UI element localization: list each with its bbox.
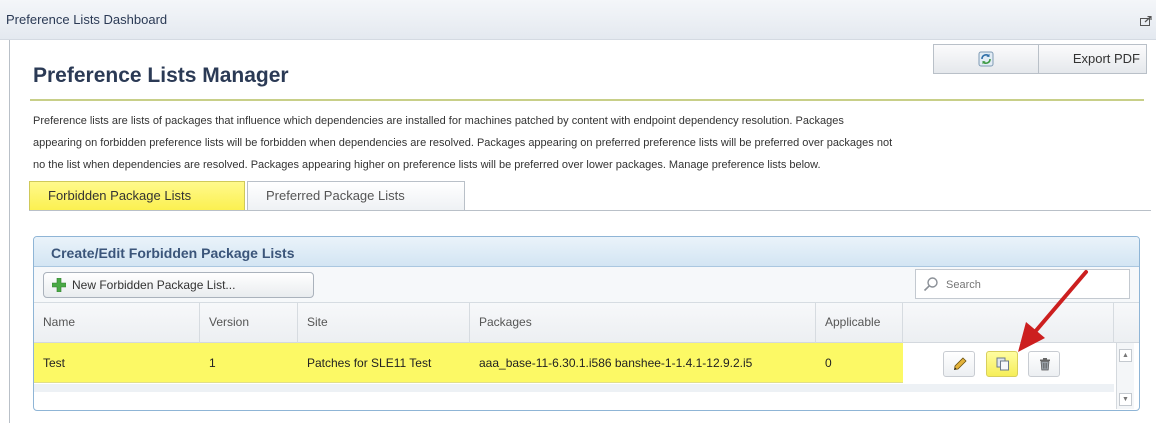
table-row[interactable]: Test 1 Patches for SLE11 Test aaa_base-1… <box>34 343 1114 383</box>
scroll-down-arrow-icon[interactable]: ▼ <box>1119 393 1132 406</box>
edit-button[interactable] <box>943 351 975 377</box>
panel-header: Create/Edit Forbidden Package Lists <box>34 237 1139 267</box>
grid-header: Name Version Site Packages Applicable <box>34 303 1139 343</box>
column-header-name[interactable]: Name <box>34 303 200 343</box>
row-version: 1 <box>209 356 216 370</box>
row-name: Test <box>43 356 66 370</box>
collapse-icon[interactable] <box>1140 16 1152 26</box>
plus-icon <box>52 278 66 292</box>
search-box[interactable] <box>915 269 1130 299</box>
dashboard-header: Preference Lists Dashboard <box>0 0 1156 40</box>
tab-divider <box>29 210 1151 211</box>
vertical-scrollbar[interactable]: ▲ ▼ <box>1116 343 1134 409</box>
description-line: Preference lists are lists of packages t… <box>33 115 844 127</box>
column-header-actions <box>903 303 1114 343</box>
export-pdf-button[interactable]: Export PDF <box>1039 45 1146 73</box>
package-list-tabs: Forbidden Package Lists Preferred Packag… <box>29 181 465 211</box>
trash-icon <box>1040 358 1050 371</box>
column-header-version[interactable]: Version <box>200 303 298 343</box>
tab-preferred-package-lists[interactable]: Preferred Package Lists <box>247 181 465 211</box>
title-divider <box>30 99 1144 101</box>
column-header-site[interactable]: Site <box>298 303 470 343</box>
panel-toolbar: New Forbidden Package List... <box>34 267 1139 303</box>
row-applicable: 0 <box>825 356 832 370</box>
new-forbidden-package-list-button[interactable]: New Forbidden Package List... <box>43 272 314 298</box>
delete-button[interactable] <box>1028 351 1060 377</box>
scroll-up-arrow-icon[interactable]: ▲ <box>1119 349 1132 362</box>
description-line: appearing on forbidden preference lists … <box>33 137 893 149</box>
refresh-icon <box>978 51 994 67</box>
panel-title: Create/Edit Forbidden Package Lists <box>51 245 295 261</box>
row-actions <box>903 343 1114 383</box>
grid-footer <box>34 384 1114 392</box>
page-title: Preference Lists Manager <box>33 64 289 87</box>
new-button-label: New Forbidden Package List... <box>72 278 236 292</box>
copy-icon <box>996 357 1009 371</box>
column-header-packages[interactable]: Packages <box>470 303 816 343</box>
column-header-applicable[interactable]: Applicable <box>816 303 903 343</box>
tab-forbidden-package-lists[interactable]: Forbidden Package Lists <box>29 181 245 211</box>
panel-left-border <box>9 40 10 423</box>
pencil-icon <box>954 357 967 370</box>
search-icon <box>923 277 938 292</box>
row-site: Patches for SLE11 Test <box>307 356 432 370</box>
forbidden-lists-panel: Create/Edit Forbidden Package Lists New … <box>33 236 1140 411</box>
refresh-button[interactable] <box>934 45 1039 73</box>
search-input[interactable] <box>946 276 1116 294</box>
page-description: Preference lists are lists of packages t… <box>33 110 1143 176</box>
copy-button[interactable] <box>986 351 1018 377</box>
top-toolbar: Export PDF <box>933 44 1147 74</box>
description-line: no the list when dependencies are resolv… <box>33 159 821 171</box>
row-packages: aaa_base-11-6.30.1.i586 banshee-1-1.4.1-… <box>479 356 753 370</box>
dashboard-title: Preference Lists Dashboard <box>6 12 168 27</box>
